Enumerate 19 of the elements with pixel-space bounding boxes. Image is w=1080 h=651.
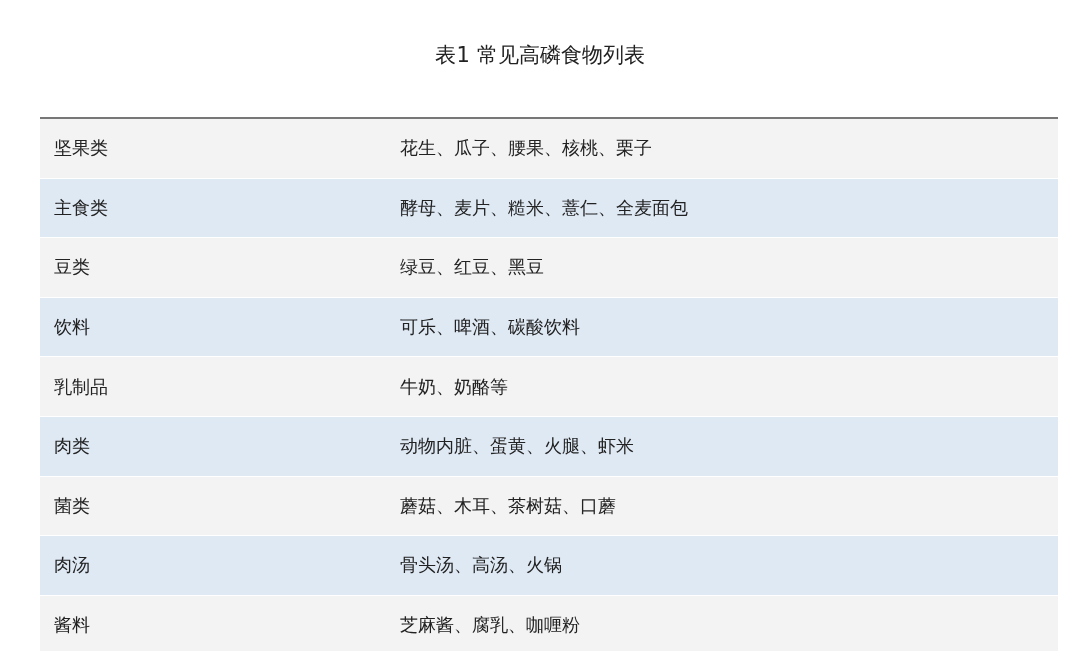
table-cell-text: 肉类 (53, 434, 91, 459)
table-cell-text: 坚果类 (53, 136, 109, 161)
table-cell: 芝麻酱、腐乳、咖喱粉 (400, 613, 580, 638)
table-cell: 绿豆、红豆、黑豆 (400, 255, 544, 280)
table-cell-text: 菌类 (53, 493, 91, 518)
table-cell: 可乐、啤酒、碳酸饮料 (400, 315, 580, 340)
table-cell-text: 肉汤 (53, 553, 91, 578)
table-cell: 酵母、麦片、糙米、薏仁、全麦面包 (400, 195, 688, 220)
table-cell-text: 主食类 (53, 195, 109, 220)
table-cell: 花生、瓜子、腰果、核桃、栗子 (400, 136, 652, 161)
table-cell: 牛奶、奶酪等 (400, 374, 508, 399)
table-cell: 蘑菇、木耳、茶树菇、口蘑 (400, 493, 616, 518)
table-title: 表1 常见高磷食物列表 (434, 42, 646, 69)
table-cell-text: 饮料 (53, 315, 91, 340)
table-cell: 动物内脏、蛋黄、火腿、虾米 (400, 434, 634, 459)
table-cell: 骨头汤、高汤、火锅 (400, 553, 562, 578)
table-cell-text: 豆类 (53, 255, 91, 280)
table-cell-text: 酱料 (53, 613, 91, 638)
table-cell-text: 乳制品 (53, 374, 109, 399)
